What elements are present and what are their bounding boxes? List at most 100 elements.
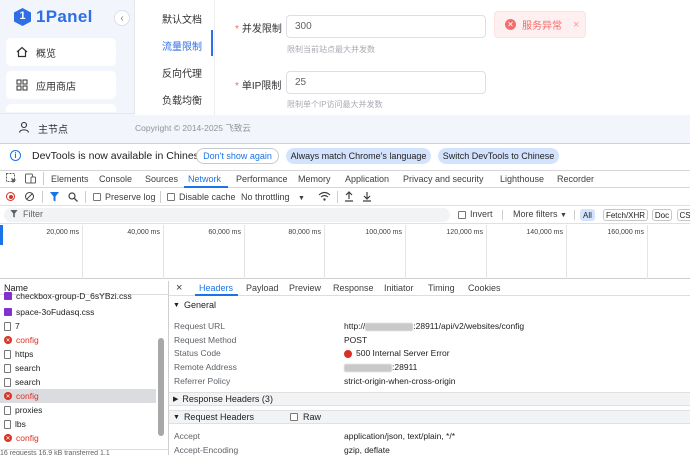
import-har-icon[interactable] — [344, 191, 354, 204]
chip-css[interactable]: CS — [677, 209, 690, 221]
submenu-default-doc[interactable]: 默认文档 — [162, 11, 202, 26]
tab-timing[interactable]: Timing — [428, 283, 455, 293]
list-item[interactable]: search — [0, 375, 156, 389]
list-item[interactable]: 7 — [0, 319, 156, 333]
list-item[interactable]: checkbox-group-D_6sYBzi.css — [0, 291, 156, 301]
tab-response[interactable]: Response — [333, 283, 374, 293]
filter-divider — [574, 210, 575, 220]
close-details-icon[interactable]: × — [176, 282, 182, 294]
export-har-icon[interactable] — [362, 191, 372, 204]
list-item[interactable]: proxies — [0, 403, 156, 417]
list-scrollbar[interactable] — [158, 338, 164, 436]
submenu-reverse-proxy[interactable]: 反向代理 — [162, 65, 202, 80]
tab-preview[interactable]: Preview — [289, 283, 321, 293]
filter-input[interactable] — [4, 208, 450, 222]
timeline-gridline — [244, 225, 245, 279]
document-icon — [4, 363, 11, 373]
preserve-log-checkbox[interactable] — [93, 193, 101, 201]
device-toolbar-icon[interactable] — [25, 173, 36, 186]
tab-memory[interactable]: Memory — [298, 174, 331, 184]
error-icon: ✕ — [4, 434, 12, 442]
tab-network[interactable]: Network — [188, 174, 221, 184]
list-item[interactable]: space-3oFudasq.css — [0, 305, 156, 319]
timeline-tick-label: 80,000 ms — [288, 229, 321, 236]
accept-encoding-value: gzip, deflate — [344, 445, 390, 455]
match-chrome-language-button[interactable]: Always match Chrome's language — [286, 148, 431, 164]
concurrency-input[interactable]: 300 — [286, 15, 486, 38]
tab-cookies[interactable]: Cookies — [468, 283, 501, 293]
timeline-tick-label: 160,000 ms — [607, 229, 644, 236]
list-item[interactable]: https — [0, 347, 156, 361]
toolbar-divider — [42, 191, 43, 203]
list-item-selected[interactable]: ✕ config — [0, 389, 156, 403]
chip-doc[interactable]: Doc — [652, 209, 672, 221]
invert-checkbox[interactable] — [458, 211, 466, 219]
close-icon[interactable]: × — [573, 19, 579, 31]
tab-application[interactable]: Application — [345, 174, 389, 184]
sidebar-node[interactable]: 主节点 — [0, 113, 135, 143]
tab-headers[interactable]: Headers — [199, 283, 233, 293]
network-conditions-icon[interactable] — [318, 191, 331, 204]
clear-icon[interactable] — [25, 192, 34, 201]
css-file-icon — [4, 292, 12, 300]
chip-all[interactable]: All — [580, 209, 595, 221]
switch-to-chinese-button[interactable]: Switch DevTools to Chinese — [438, 148, 559, 164]
throttling-select[interactable]: No throttling ▼ — [241, 192, 305, 202]
dropdown-arrow-icon: ▼ — [560, 212, 567, 219]
tab-elements[interactable]: Elements — [51, 174, 89, 184]
tab-recorder[interactable]: Recorder — [557, 174, 594, 184]
search-icon[interactable] — [68, 192, 78, 204]
tab-sources[interactable]: Sources — [145, 174, 178, 184]
list-item[interactable]: ✕ config — [0, 431, 156, 445]
list-item[interactable]: lbs — [0, 417, 156, 431]
response-headers-section[interactable]: ▶ Response Headers (3) — [169, 392, 690, 406]
timeline-gridline — [486, 225, 487, 279]
error-icon: ✕ — [4, 336, 12, 344]
home-icon — [16, 46, 28, 58]
tab-console[interactable]: Console — [99, 174, 132, 184]
request-headers-section[interactable]: ▼ Request Headers — [169, 410, 690, 424]
document-icon — [4, 377, 11, 387]
timeline-gridline — [163, 225, 164, 279]
sidebar-item-overview[interactable]: 概览 — [6, 38, 116, 66]
tab-initiator[interactable]: Initiator — [384, 283, 414, 293]
disable-cache-checkbox[interactable] — [167, 193, 175, 201]
list-item[interactable]: search — [0, 361, 156, 375]
toolbar-divider — [85, 191, 86, 203]
general-section-header[interactable]: ▼ General — [169, 298, 690, 312]
collapse-sidebar-button[interactable]: ‹ — [114, 10, 130, 26]
timeline-gridline — [405, 225, 406, 279]
raw-checkbox[interactable] — [290, 413, 298, 421]
tab-performance[interactable]: Performance — [236, 174, 288, 184]
sidebar-item-app-store[interactable]: 应用商店 — [6, 71, 116, 99]
submenu-traffic-limit[interactable]: 流量限制 — [162, 38, 202, 53]
remote-address-key: Remote Address — [174, 362, 237, 372]
more-filters-dropdown[interactable]: More filters ▼ — [513, 209, 567, 219]
document-icon — [4, 321, 11, 331]
brand-logo[interactable]: 1Panel — [14, 6, 93, 28]
chip-fetch-xhr[interactable]: Fetch/XHR — [603, 209, 648, 221]
sidebar-item-label: 概览 — [36, 48, 56, 60]
toolbar-divider — [337, 191, 338, 203]
timeline-gridline — [566, 225, 567, 279]
network-summary: 16 requests 16.9 kB transferred 1.1 — [0, 449, 168, 455]
dont-show-again-button[interactable]: Don't show again — [196, 148, 279, 164]
document-icon — [4, 419, 11, 429]
request-url-key: Request URL — [174, 321, 226, 331]
tab-lighthouse[interactable]: Lighthouse — [500, 174, 544, 184]
user-icon — [18, 121, 30, 136]
list-item[interactable]: ✕ config — [0, 333, 156, 347]
tab-privacy-security[interactable]: Privacy and security — [403, 174, 484, 184]
inspect-element-icon[interactable] — [6, 173, 17, 186]
redacted-host — [365, 322, 414, 331]
request-url-value: http://:28911/api/v2/websites/config — [344, 321, 525, 331]
record-icon[interactable] — [6, 192, 15, 201]
status-code-key: Status Code — [174, 348, 221, 358]
tab-payload[interactable]: Payload — [246, 283, 279, 293]
ip-limit-input[interactable]: 25 — [286, 71, 486, 94]
filter-funnel-icon[interactable] — [50, 192, 59, 204]
remote-address-value: :28911 — [344, 362, 417, 372]
submenu-load-balance[interactable]: 负载均衡 — [162, 92, 202, 107]
sidebar-item-label: 应用商店 — [36, 81, 76, 93]
info-icon: i — [10, 150, 21, 161]
